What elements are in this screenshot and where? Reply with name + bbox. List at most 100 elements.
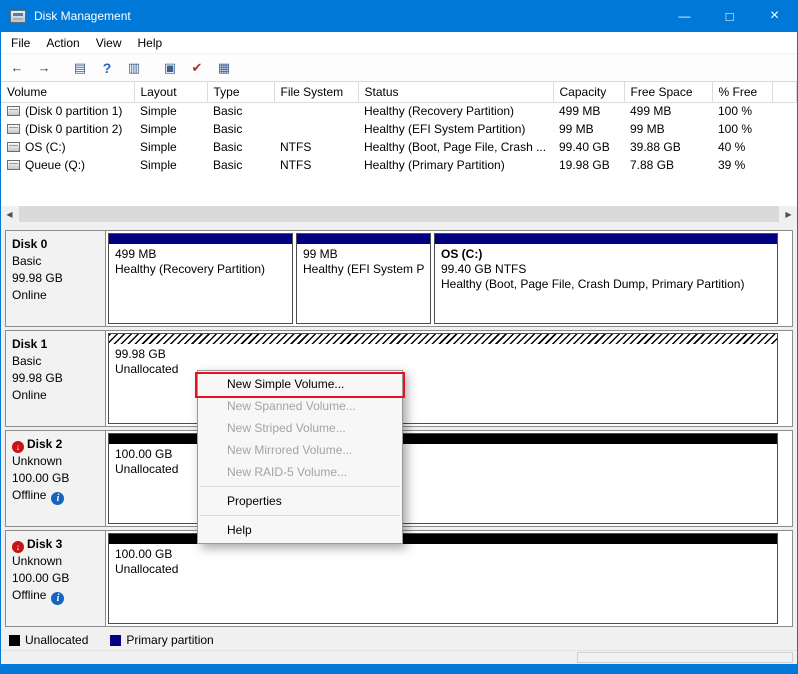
cell-type: Basic bbox=[207, 156, 274, 174]
partition-efi[interactable]: 99 MB Healthy (EFI System Pa bbox=[296, 233, 431, 324]
disk-size: 100.00 GB bbox=[12, 570, 99, 587]
cell-capacity: 499 MB bbox=[553, 102, 624, 120]
cell-capacity: 99.40 GB bbox=[553, 138, 624, 156]
cell-capacity: 99 MB bbox=[553, 120, 624, 138]
menu-item-new-raid5-volume: New RAID-5 Volume... bbox=[198, 461, 402, 483]
volume-icon bbox=[7, 142, 20, 152]
disk-3-header[interactable]: ↓Disk 3 Unknown 100.00 GB Offlinei bbox=[6, 531, 106, 626]
window-bottom-border bbox=[1, 664, 797, 674]
legend-label: Unallocated bbox=[25, 633, 88, 647]
cell-pct-free: 40 % bbox=[712, 138, 772, 156]
offline-error-icon: ↓ bbox=[12, 441, 24, 453]
col-filler bbox=[772, 82, 797, 102]
cell-status: Healthy (EFI System Partition) bbox=[358, 120, 553, 138]
scroll-left-icon[interactable]: ◀ bbox=[1, 206, 18, 222]
col-type[interactable]: Type bbox=[207, 82, 274, 102]
disk-kind: Unknown bbox=[12, 553, 99, 570]
info-icon[interactable]: i bbox=[51, 492, 64, 505]
primary-partition-band bbox=[109, 234, 292, 244]
minimize-button[interactable]: — bbox=[662, 0, 707, 32]
legend-label: Primary partition bbox=[126, 633, 213, 647]
partition-os-c[interactable]: OS (C:) 99.40 GB NTFS Healthy (Boot, Pag… bbox=[434, 233, 778, 324]
volume-name: OS (C:) bbox=[25, 140, 66, 154]
volume-name: Queue (Q:) bbox=[25, 158, 85, 172]
menu-item-new-spanned-volume: New Spanned Volume... bbox=[198, 395, 402, 417]
menu-separator bbox=[200, 486, 400, 487]
cell-layout: Simple bbox=[134, 138, 207, 156]
cell-free-space: 99 MB bbox=[624, 120, 712, 138]
volume-icon bbox=[7, 106, 20, 116]
disk-kind: Unknown bbox=[12, 453, 99, 470]
volume-icon bbox=[7, 160, 20, 170]
popup-icon[interactable]: ▣ bbox=[161, 60, 179, 76]
menu-view[interactable]: View bbox=[88, 33, 130, 53]
disk-status: Online bbox=[12, 287, 99, 304]
table-row[interactable]: (Disk 0 partition 2) Simple Basic Health… bbox=[1, 120, 797, 138]
unallocated-swatch bbox=[9, 635, 20, 646]
menu-item-new-simple-volume[interactable]: New Simple Volume... bbox=[198, 373, 402, 395]
col-capacity[interactable]: Capacity bbox=[553, 82, 624, 102]
col-status[interactable]: Status bbox=[358, 82, 553, 102]
legend-primary-partition: Primary partition bbox=[110, 633, 213, 647]
disk-2-header[interactable]: ↓Disk 2 Unknown 100.00 GB Offlinei bbox=[6, 431, 106, 526]
disk-status: Offline bbox=[12, 488, 46, 502]
disk-row-3: ↓Disk 3 Unknown 100.00 GB Offlinei 100.0… bbox=[5, 530, 793, 627]
scroll-right-icon[interactable]: ▶ bbox=[780, 206, 797, 222]
console-tree-icon[interactable]: ▤ bbox=[71, 60, 89, 76]
menu-action[interactable]: Action bbox=[38, 33, 87, 53]
col-pct-free[interactable]: % Free bbox=[712, 82, 772, 102]
partition-status: Healthy (EFI System Pa bbox=[303, 262, 424, 277]
menu-separator bbox=[200, 515, 400, 516]
disk-3-partition-area: 100.00 GB Unallocated bbox=[106, 531, 792, 626]
cell-file-system: NTFS bbox=[274, 156, 358, 174]
primary-partition-swatch bbox=[110, 635, 121, 646]
col-volume[interactable]: Volume bbox=[1, 82, 134, 102]
horizontal-scrollbar[interactable]: ◀ ▶ bbox=[1, 206, 797, 222]
menu-item-help[interactable]: Help bbox=[198, 519, 402, 541]
disk-name: Disk 1 bbox=[12, 336, 99, 353]
cell-type: Basic bbox=[207, 138, 274, 156]
menu-item-properties[interactable]: Properties bbox=[198, 490, 402, 512]
cell-file-system: NTFS bbox=[274, 138, 358, 156]
cell-file-system bbox=[274, 120, 358, 138]
disk-row-0: Disk 0 Basic 99.98 GB Online 499 MB Heal… bbox=[5, 230, 793, 327]
col-free-space[interactable]: Free Space bbox=[624, 82, 712, 102]
disk-1-header[interactable]: Disk 1 Basic 99.98 GB Online bbox=[6, 331, 106, 426]
maximize-button[interactable]: □ bbox=[707, 0, 752, 32]
partition-status: Unallocated bbox=[115, 562, 771, 577]
cell-status: Healthy (Boot, Page File, Crash ... bbox=[358, 138, 553, 156]
volume-name: (Disk 0 partition 2) bbox=[25, 122, 122, 136]
primary-partition-band bbox=[297, 234, 430, 244]
menu-file[interactable]: File bbox=[3, 33, 38, 53]
table-row[interactable]: OS (C:) Simple Basic NTFS Healthy (Boot,… bbox=[1, 138, 797, 156]
offline-error-icon: ↓ bbox=[12, 541, 24, 553]
partition-size: 99.40 GB NTFS bbox=[441, 262, 771, 277]
partition-size: 100.00 GB bbox=[115, 547, 771, 562]
table-row[interactable]: Queue (Q:) Simple Basic NTFS Healthy (Pr… bbox=[1, 156, 797, 174]
cell-type: Basic bbox=[207, 102, 274, 120]
forward-icon[interactable]: → bbox=[35, 60, 53, 75]
legend-bar: Unallocated Primary partition bbox=[1, 630, 797, 650]
partition-recovery[interactable]: 499 MB Healthy (Recovery Partition) bbox=[108, 233, 293, 324]
cell-pct-free: 100 % bbox=[712, 102, 772, 120]
help-icon[interactable]: ? bbox=[98, 60, 116, 76]
action-pane-icon[interactable]: ▥ bbox=[125, 60, 143, 76]
details-icon[interactable]: ▦ bbox=[215, 60, 233, 76]
scrollbar-thumb[interactable] bbox=[19, 206, 779, 222]
back-icon[interactable]: ← bbox=[8, 60, 26, 75]
disk-status: Online bbox=[12, 387, 99, 404]
cell-type: Basic bbox=[207, 120, 274, 138]
disk-0-header[interactable]: Disk 0 Basic 99.98 GB Online bbox=[6, 231, 106, 326]
disk-kind: Basic bbox=[12, 253, 99, 270]
disk-kind: Basic bbox=[12, 353, 99, 370]
info-icon[interactable]: i bbox=[51, 592, 64, 605]
disk-0-partition-area: 499 MB Healthy (Recovery Partition) 99 M… bbox=[106, 231, 792, 326]
unallocated-space-disk-3[interactable]: 100.00 GB Unallocated bbox=[108, 533, 778, 624]
menu-help[interactable]: Help bbox=[130, 33, 171, 53]
titlebar: Disk Management — □ × bbox=[1, 0, 797, 32]
col-file-system[interactable]: File System bbox=[274, 82, 358, 102]
col-layout[interactable]: Layout bbox=[134, 82, 207, 102]
check-disk-icon[interactable]: ✔ bbox=[188, 60, 206, 76]
close-button[interactable]: × bbox=[752, 0, 797, 32]
table-row[interactable]: (Disk 0 partition 1) Simple Basic Health… bbox=[1, 102, 797, 120]
